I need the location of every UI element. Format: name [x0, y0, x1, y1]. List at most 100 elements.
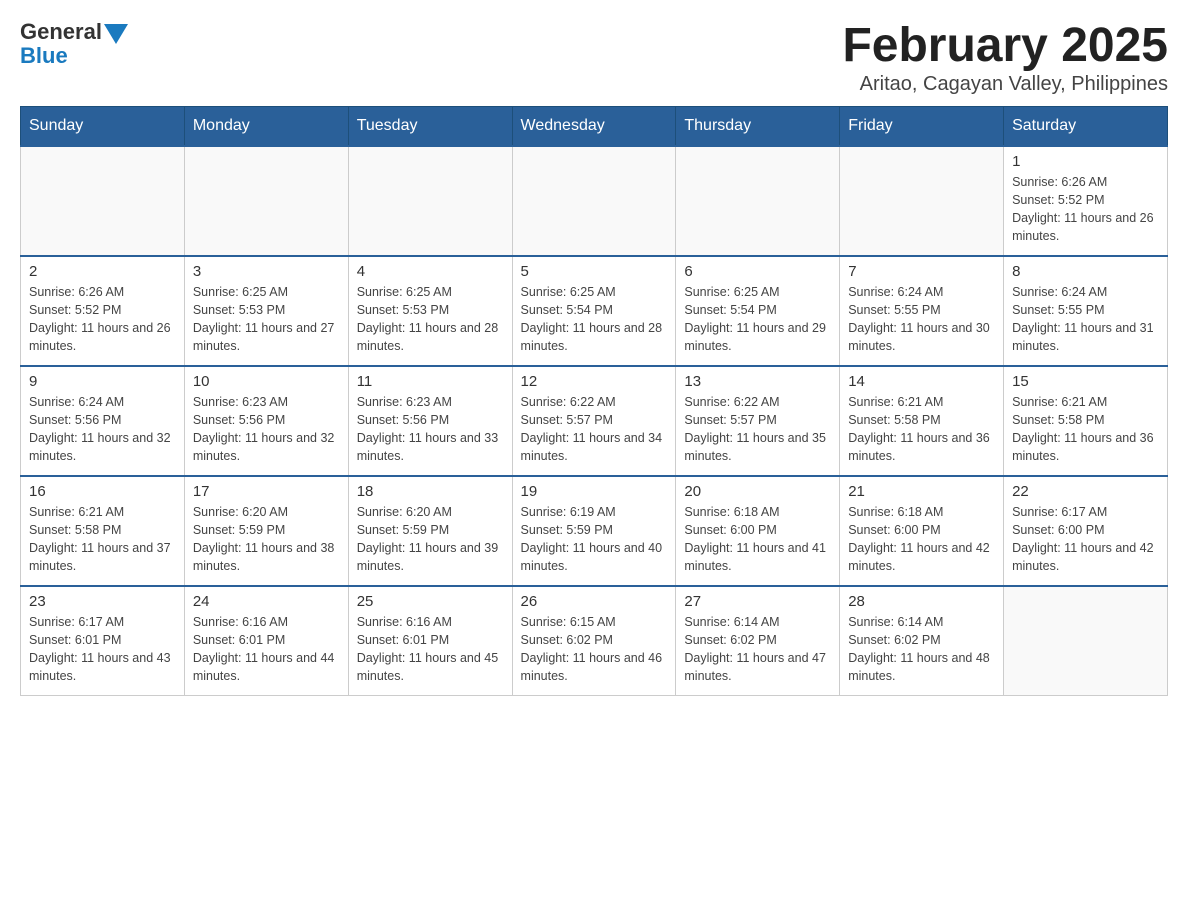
day-number: 22 — [1012, 483, 1159, 500]
day-info: Sunrise: 6:18 AM Sunset: 6:00 PM Dayligh… — [848, 503, 995, 576]
day-info: Sunrise: 6:26 AM Sunset: 5:52 PM Dayligh… — [29, 283, 176, 356]
day-info: Sunrise: 6:22 AM Sunset: 5:57 PM Dayligh… — [684, 393, 831, 466]
day-info: Sunrise: 6:24 AM Sunset: 5:56 PM Dayligh… — [29, 393, 176, 466]
day-info: Sunrise: 6:25 AM Sunset: 5:53 PM Dayligh… — [357, 283, 504, 356]
logo-blue-text: Blue — [20, 44, 128, 68]
day-number: 6 — [684, 263, 831, 280]
calendar-body: 1Sunrise: 6:26 AM Sunset: 5:52 PM Daylig… — [21, 146, 1168, 696]
day-number: 11 — [357, 373, 504, 390]
calendar-week-2: 9 Sunrise: 6:24 AM Sunset: 5:56 PM Daylig… — [21, 366, 1168, 476]
calendar-week-3: 16Sunrise: 6:21 AM Sunset: 5:58 PM Dayli… — [21, 476, 1168, 586]
calendar-cell: 10 Sunrise: 6:23 AM Sunset: 5:56 PM Dayli… — [184, 366, 348, 476]
weekday-header-friday: Friday — [840, 106, 1004, 146]
calendar-cell: 7 Sunrise: 6:24 AM Sunset: 5:55 PM Daylig… — [840, 256, 1004, 366]
title-block: February 2025 Aritao, Cagayan Valley, Ph… — [842, 20, 1168, 96]
day-info: Sunrise: 6:15 AM Sunset: 6:02 PM Dayligh… — [521, 613, 668, 686]
day-number: 2 — [29, 263, 176, 280]
day-number: 7 — [848, 263, 995, 280]
calendar-cell: 1Sunrise: 6:26 AM Sunset: 5:52 PM Daylig… — [1004, 146, 1168, 256]
day-number: 4 — [357, 263, 504, 280]
calendar-week-0: 1Sunrise: 6:26 AM Sunset: 5:52 PM Daylig… — [21, 146, 1168, 256]
page-subtitle: Aritao, Cagayan Valley, Philippines — [842, 73, 1168, 96]
calendar-header: SundayMondayTuesdayWednesdayThursdayFrid… — [21, 106, 1168, 146]
calendar-cell: 24 Sunrise: 6:16 AM Sunset: 6:01 PM Dayli… — [184, 586, 348, 696]
day-number: 28 — [848, 593, 995, 610]
weekday-header-monday: Monday — [184, 106, 348, 146]
weekday-header-wednesday: Wednesday — [512, 106, 676, 146]
day-number: 5 — [521, 263, 668, 280]
day-info: Sunrise: 6:16 AM Sunset: 6:01 PM Dayligh… — [193, 613, 340, 686]
calendar-cell: 18Sunrise: 6:20 AM Sunset: 5:59 PM Dayli… — [348, 476, 512, 586]
day-info: Sunrise: 6:20 AM Sunset: 5:59 PM Dayligh… — [193, 503, 340, 576]
day-info: Sunrise: 6:25 AM Sunset: 5:54 PM Dayligh… — [521, 283, 668, 356]
page-header: General Blue February 2025 Aritao, Cagay… — [20, 20, 1168, 96]
calendar-cell — [512, 146, 676, 256]
logo-text: General Blue — [20, 20, 128, 68]
calendar-cell — [676, 146, 840, 256]
calendar-cell: 6Sunrise: 6:25 AM Sunset: 5:54 PM Daylig… — [676, 256, 840, 366]
calendar-cell: 19Sunrise: 6:19 AM Sunset: 5:59 PM Dayli… — [512, 476, 676, 586]
day-info: Sunrise: 6:17 AM Sunset: 6:00 PM Dayligh… — [1012, 503, 1159, 576]
day-number: 17 — [193, 483, 340, 500]
logo-triangle-icon — [104, 24, 128, 44]
day-info: Sunrise: 6:23 AM Sunset: 5:56 PM Dayligh… — [193, 393, 340, 466]
calendar-cell: 12Sunrise: 6:22 AM Sunset: 5:57 PM Dayli… — [512, 366, 676, 476]
day-info: Sunrise: 6:26 AM Sunset: 5:52 PM Dayligh… — [1012, 173, 1159, 246]
calendar-cell: 16Sunrise: 6:21 AM Sunset: 5:58 PM Dayli… — [21, 476, 185, 586]
calendar-cell: 3Sunrise: 6:25 AM Sunset: 5:53 PM Daylig… — [184, 256, 348, 366]
calendar-cell: 28 Sunrise: 6:14 AM Sunset: 6:02 PM Dayli… — [840, 586, 1004, 696]
day-number: 9 — [29, 373, 176, 390]
calendar-week-4: 23 Sunrise: 6:17 AM Sunset: 6:01 PM Dayli… — [21, 586, 1168, 696]
calendar-cell: 25 Sunrise: 6:16 AM Sunset: 6:01 PM Dayli… — [348, 586, 512, 696]
day-number: 3 — [193, 263, 340, 280]
calendar-cell: 27 Sunrise: 6:14 AM Sunset: 6:02 PM Dayli… — [676, 586, 840, 696]
day-info: Sunrise: 6:21 AM Sunset: 5:58 PM Dayligh… — [29, 503, 176, 576]
day-number: 14 — [848, 373, 995, 390]
day-number: 26 — [521, 593, 668, 610]
calendar-cell: 8 Sunrise: 6:24 AM Sunset: 5:55 PM Daylig… — [1004, 256, 1168, 366]
weekday-header-tuesday: Tuesday — [348, 106, 512, 146]
day-info: Sunrise: 6:21 AM Sunset: 5:58 PM Dayligh… — [1012, 393, 1159, 466]
day-info: Sunrise: 6:24 AM Sunset: 5:55 PM Dayligh… — [848, 283, 995, 356]
calendar-cell — [348, 146, 512, 256]
day-info: Sunrise: 6:24 AM Sunset: 5:55 PM Dayligh… — [1012, 283, 1159, 356]
day-number: 12 — [521, 373, 668, 390]
day-number: 20 — [684, 483, 831, 500]
day-info: Sunrise: 6:16 AM Sunset: 6:01 PM Dayligh… — [357, 613, 504, 686]
calendar-cell: 11Sunrise: 6:23 AM Sunset: 5:56 PM Dayli… — [348, 366, 512, 476]
day-number: 21 — [848, 483, 995, 500]
day-number: 8 — [1012, 263, 1159, 280]
day-info: Sunrise: 6:14 AM Sunset: 6:02 PM Dayligh… — [848, 613, 995, 686]
calendar-cell: 2 Sunrise: 6:26 AM Sunset: 5:52 PM Daylig… — [21, 256, 185, 366]
day-number: 13 — [684, 373, 831, 390]
calendar-table: SundayMondayTuesdayWednesdayThursdayFrid… — [20, 106, 1168, 697]
day-info: Sunrise: 6:21 AM Sunset: 5:58 PM Dayligh… — [848, 393, 995, 466]
day-number: 25 — [357, 593, 504, 610]
day-info: Sunrise: 6:17 AM Sunset: 6:01 PM Dayligh… — [29, 613, 176, 686]
calendar-cell: 15 Sunrise: 6:21 AM Sunset: 5:58 PM Dayli… — [1004, 366, 1168, 476]
day-number: 19 — [521, 483, 668, 500]
day-number: 23 — [29, 593, 176, 610]
calendar-cell: 9 Sunrise: 6:24 AM Sunset: 5:56 PM Daylig… — [21, 366, 185, 476]
day-number: 27 — [684, 593, 831, 610]
day-info: Sunrise: 6:14 AM Sunset: 6:02 PM Dayligh… — [684, 613, 831, 686]
calendar-week-1: 2 Sunrise: 6:26 AM Sunset: 5:52 PM Daylig… — [21, 256, 1168, 366]
day-number: 18 — [357, 483, 504, 500]
calendar-cell: 4 Sunrise: 6:25 AM Sunset: 5:53 PM Daylig… — [348, 256, 512, 366]
logo: General Blue — [20, 20, 128, 68]
calendar-cell: 13 Sunrise: 6:22 AM Sunset: 5:57 PM Dayli… — [676, 366, 840, 476]
weekday-header-thursday: Thursday — [676, 106, 840, 146]
day-number: 24 — [193, 593, 340, 610]
calendar-cell: 23 Sunrise: 6:17 AM Sunset: 6:01 PM Dayli… — [21, 586, 185, 696]
day-number: 10 — [193, 373, 340, 390]
calendar-cell — [21, 146, 185, 256]
day-number: 15 — [1012, 373, 1159, 390]
page-title: February 2025 — [842, 20, 1168, 73]
calendar-cell: 21 Sunrise: 6:18 AM Sunset: 6:00 PM Dayli… — [840, 476, 1004, 586]
logo-general-text: General — [20, 20, 102, 44]
weekday-header-saturday: Saturday — [1004, 106, 1168, 146]
weekday-header-sunday: Sunday — [21, 106, 185, 146]
calendar-cell: 26 Sunrise: 6:15 AM Sunset: 6:02 PM Dayli… — [512, 586, 676, 696]
calendar-cell — [840, 146, 1004, 256]
calendar-cell — [1004, 586, 1168, 696]
